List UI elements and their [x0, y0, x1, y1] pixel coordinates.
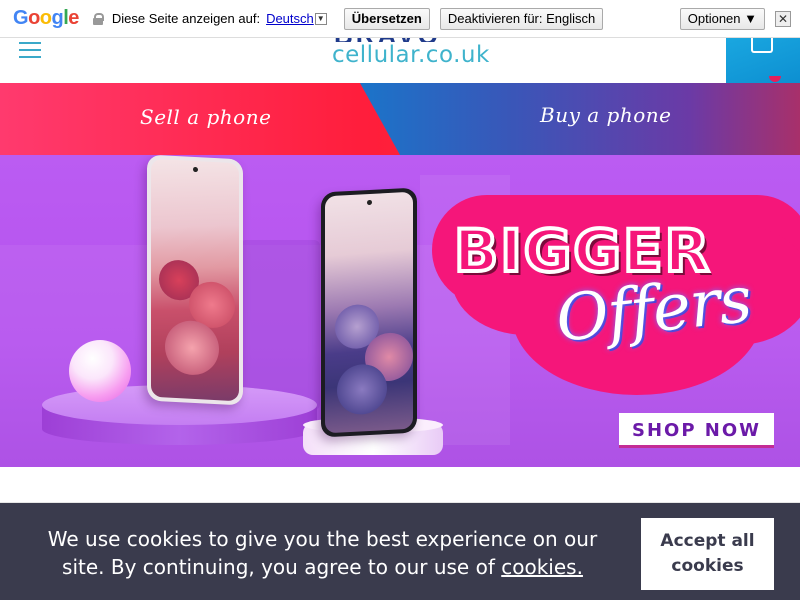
phone-image-right — [321, 187, 417, 438]
cookie-banner: We use cookies to give you the best expe… — [0, 503, 800, 600]
hero-banner[interactable]: BIGGER Offers SHOP NOW — [0, 155, 800, 467]
flower-decor — [165, 319, 219, 377]
translate-button[interactable]: Übersetzen — [343, 7, 430, 30]
disable-translate-button[interactable]: Deaktivieren für: Englisch — [439, 7, 604, 30]
content-spacer — [0, 467, 800, 503]
backdrop-block — [240, 240, 320, 410]
flower-decor — [337, 363, 387, 416]
close-icon[interactable]: ✕ — [775, 10, 791, 27]
site-logo[interactable]: cellular.co.uk — [332, 42, 490, 68]
camera-icon — [193, 166, 198, 173]
lock-icon — [92, 12, 104, 25]
options-button[interactable]: Optionen ▼ — [679, 7, 765, 30]
cookie-message: We use cookies to give you the best expe… — [30, 525, 615, 581]
language-select[interactable]: Deutsch — [266, 11, 314, 26]
translate-bar: Google Diese Seite anzeigen auf: Deutsch… — [0, 0, 800, 38]
page: Google Diese Seite anzeigen auf: Deutsch… — [0, 0, 800, 600]
google-logo: Google — [13, 7, 79, 29]
glowing-orb — [69, 340, 131, 402]
accept-cookies-button[interactable]: Accept all cookies — [641, 518, 774, 590]
basket-icon — [751, 38, 773, 53]
menu-icon[interactable] — [19, 42, 41, 63]
translate-prompt: Diese Seite anzeigen auf: — [111, 11, 261, 26]
sell-phone-label[interactable]: Sell a phone — [140, 105, 271, 129]
shop-now-button[interactable]: SHOP NOW — [619, 413, 774, 448]
chevron-down-icon[interactable]: ▼ — [314, 12, 327, 25]
cookies-link[interactable]: cookies. — [501, 555, 583, 579]
buy-phone-label[interactable]: Buy a phone — [540, 103, 671, 127]
phone-image-left — [147, 155, 243, 406]
sell-buy-strip: Sell a phone Buy a phone — [0, 83, 800, 155]
site-header: BRAVO cellular.co.uk — [0, 28, 800, 83]
basket-button[interactable] — [726, 38, 800, 83]
camera-icon — [367, 199, 372, 206]
